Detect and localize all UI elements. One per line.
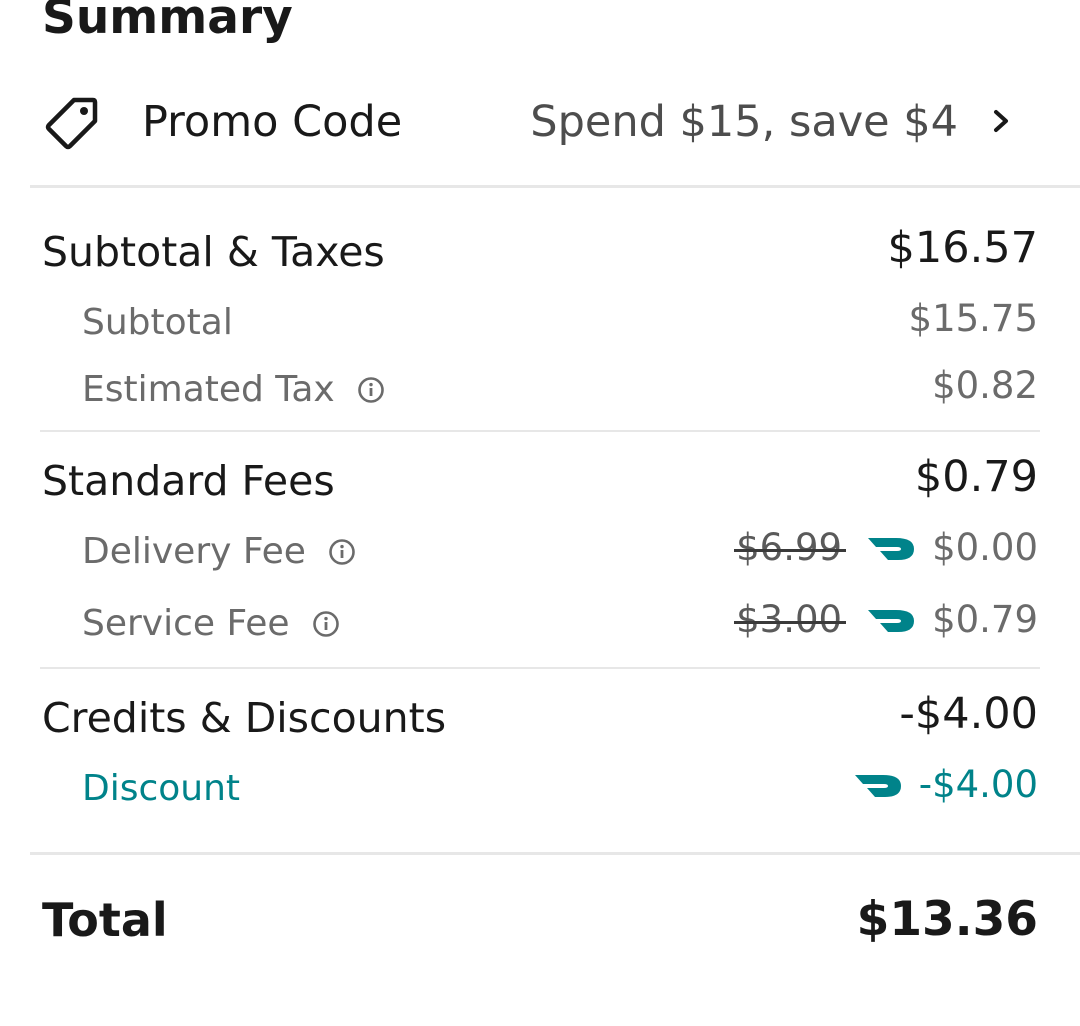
service-fee-value: $0.79 (932, 598, 1038, 641)
dashpass-icon (854, 775, 901, 797)
delivery-fee-value: $0.00 (932, 526, 1038, 569)
subtotal-taxes-label: Subtotal & Taxes (42, 228, 385, 276)
tag-icon (45, 97, 98, 150)
dashpass-icon (868, 610, 915, 632)
promo-code-value: Spend $15, save $4 (530, 97, 958, 147)
divider (30, 852, 1080, 855)
service-fee-label: Service Fee (82, 603, 290, 644)
delivery-fee-label: Delivery Fee (82, 531, 306, 572)
service-fee-row-label[interactable]: Service Fee (82, 599, 340, 649)
estimated-tax-row-label[interactable]: Estimated Tax (82, 365, 385, 415)
standard-fees-label: Standard Fees (42, 457, 335, 505)
estimated-tax-label: Estimated Tax (82, 369, 335, 410)
divider (40, 667, 1040, 669)
divider (30, 185, 1080, 188)
promo-code-row[interactable]: Promo Code Spend $15, save $4 (0, 84, 1080, 160)
delivery-fee-row-label[interactable]: Delivery Fee (82, 527, 356, 577)
service-fee-original-price: $3.00 (734, 595, 846, 645)
estimated-tax-value: $0.82 (932, 364, 1038, 407)
subtotal-taxes-value: $16.57 (887, 223, 1038, 273)
subtotal-label: Subtotal (82, 302, 233, 343)
standard-fees-value: $0.79 (914, 452, 1038, 502)
credits-discounts-label: Credits & Discounts (42, 694, 447, 742)
promo-code-label: Promo Code (142, 97, 403, 147)
credits-discounts-value: -$4.00 (899, 689, 1038, 739)
summary-title: Summary (42, 0, 293, 45)
discount-value: -$4.00 (918, 763, 1038, 806)
total-label: Total (42, 893, 168, 947)
delivery-fee-value-group: $6.99 $0.00 (734, 523, 1038, 573)
info-icon[interactable] (312, 610, 340, 638)
info-icon[interactable] (357, 376, 385, 404)
chevron-right-icon (994, 110, 1008, 132)
info-icon[interactable] (328, 538, 356, 566)
dashpass-icon (868, 538, 915, 560)
subtotal-value: $15.75 (908, 297, 1038, 340)
total-value: $13.36 (856, 892, 1038, 947)
delivery-fee-original-price: $6.99 (734, 523, 846, 573)
discount-value-group: -$4.00 (853, 760, 1038, 810)
service-fee-value-group: $3.00 $0.79 (734, 595, 1038, 645)
discount-label: Discount (82, 768, 241, 809)
divider (40, 430, 1040, 432)
